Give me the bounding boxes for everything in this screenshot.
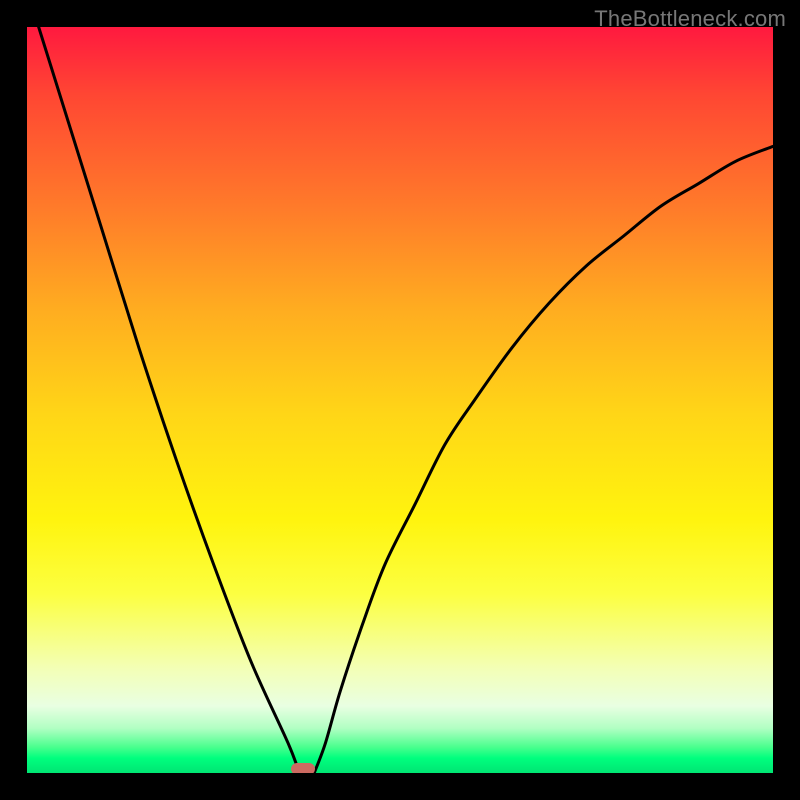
- bottleneck-marker: [291, 763, 315, 773]
- watermark-text: TheBottleneck.com: [594, 6, 786, 32]
- plot-area: [27, 27, 773, 773]
- chart-frame: TheBottleneck.com: [0, 0, 800, 800]
- right-curve: [314, 146, 773, 773]
- left-curve: [27, 27, 299, 773]
- curve-svg: [27, 27, 773, 773]
